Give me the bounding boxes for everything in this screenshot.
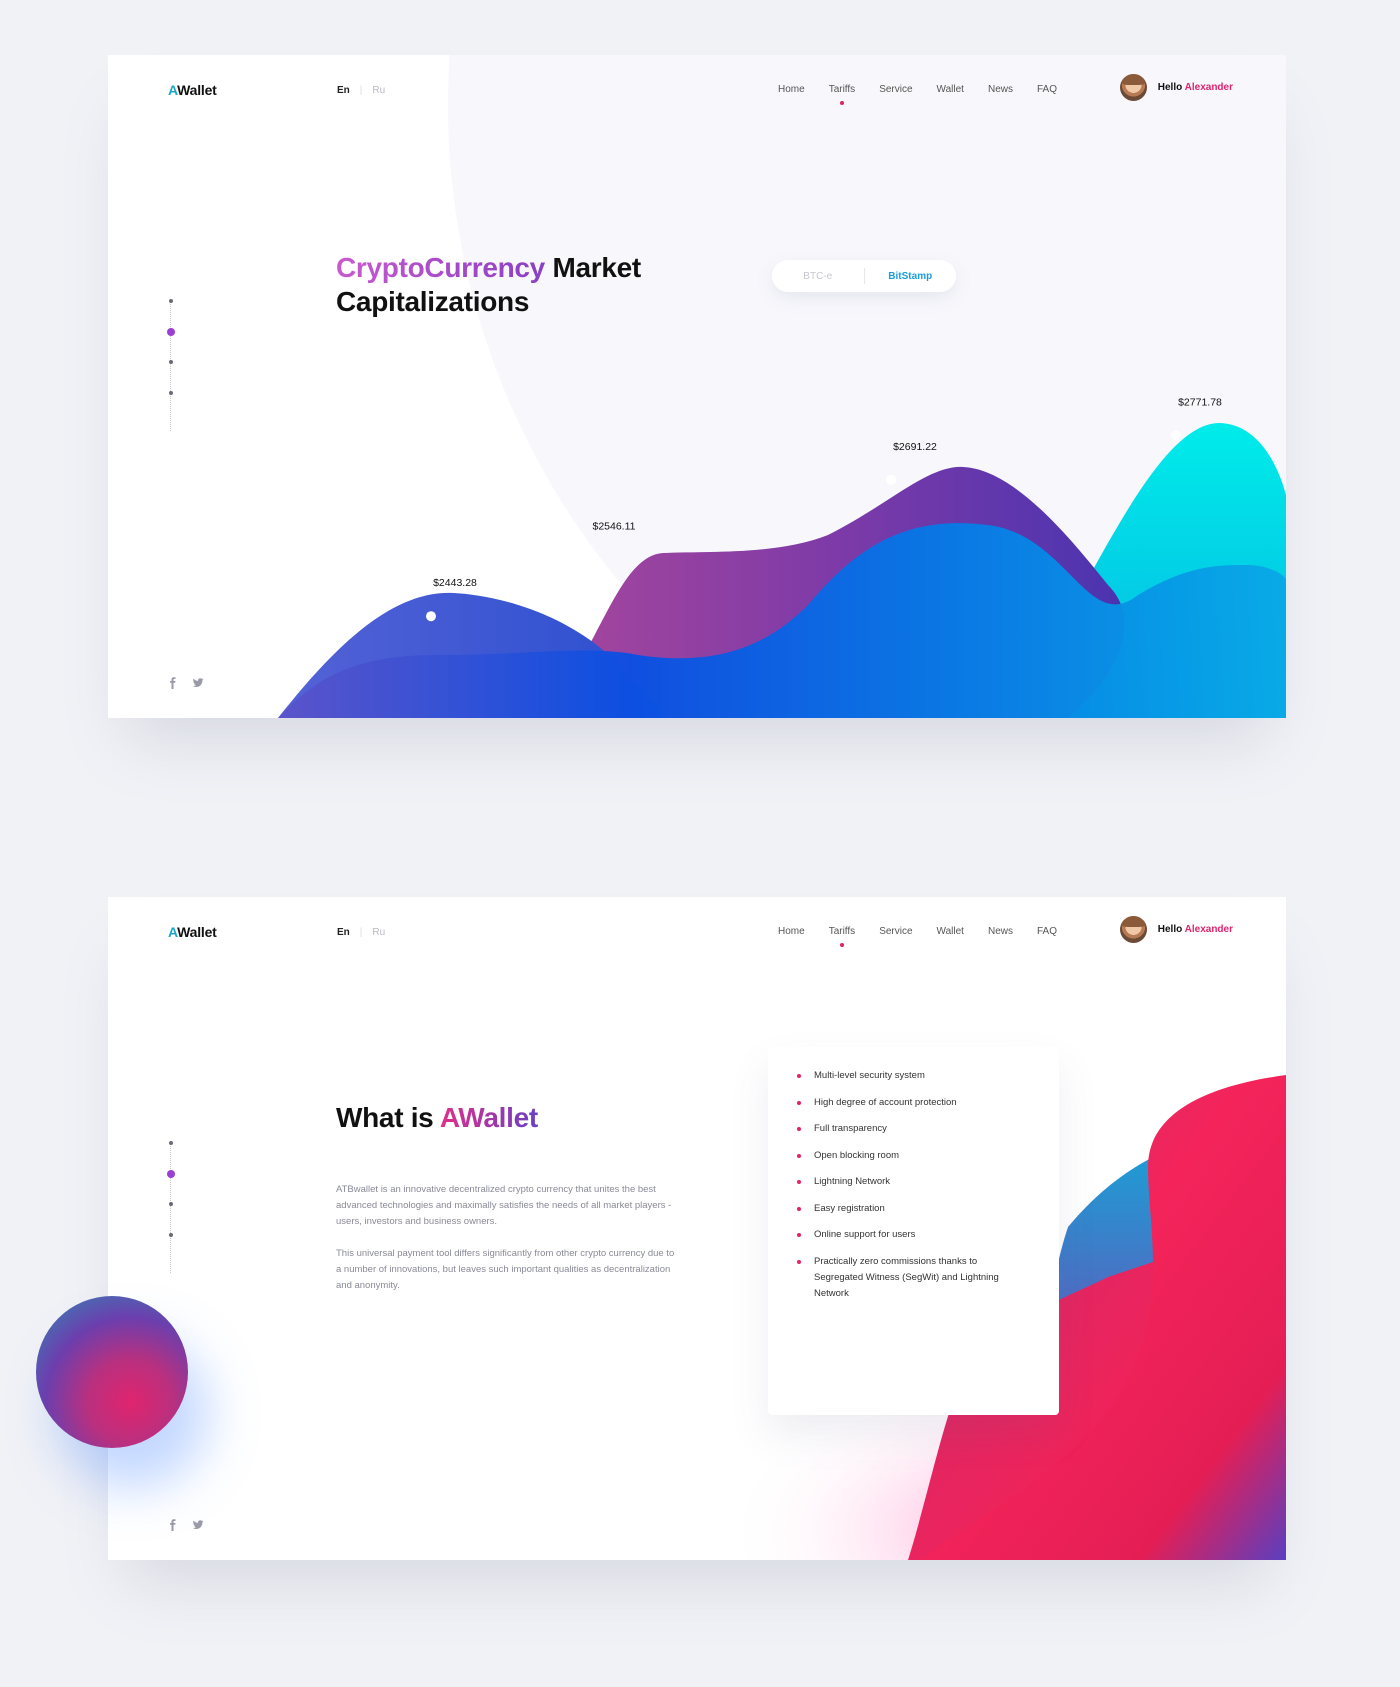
lang-divider: | [359,927,363,938]
social-links [167,1518,204,1531]
chart-value-label: $2691.22 [893,441,937,453]
facebook-icon[interactable] [167,676,179,689]
greeting-text: Hello [1157,82,1183,93]
feature-item: Lightning Network [797,1174,1004,1190]
pager-dot-4[interactable] [169,391,173,395]
feature-item: Multi-level security system [797,1068,1004,1084]
lang-ru[interactable]: Ru [372,927,385,938]
greeting-text: Hello [1157,924,1183,935]
chart-point-marker[interactable] [426,611,436,622]
title-highlight: CryptoCurrency [336,252,545,283]
about-title-highlight: AWallet [439,1102,538,1133]
user-profile[interactable]: Hello Alexander [1119,916,1233,943]
logo-text: Wallet [177,924,217,940]
about-title: What is AWallet [336,1102,538,1134]
chart-value-label: $2546.11 [592,521,635,533]
top-bar: AWallet En | Ru Home Tariffs Service Wal… [108,897,1286,967]
section-pager [167,1141,175,1273]
nav-service[interactable]: Service [879,926,912,937]
feature-item: Online support for users [797,1227,1004,1243]
nav-faq[interactable]: FAQ [1037,926,1057,937]
pager-dot-1[interactable] [169,1141,173,1145]
decorative-orb [36,1296,188,1448]
language-switcher: En | Ru [337,85,385,96]
exchange-bitstamp[interactable]: BitStamp [865,271,957,282]
section-pager [167,299,175,431]
nav-service[interactable]: Service [879,84,912,95]
chart-value-label: $2771.78 [1178,397,1222,409]
user-profile[interactable]: Hello Alexander [1119,74,1233,101]
user-greeting: Hello Alexander [1158,82,1233,93]
feature-item: Full transparency [797,1121,1004,1137]
nav-wallet[interactable]: Wallet [937,84,964,95]
logo[interactable]: AWallet [168,82,217,98]
user-name: Alexander [1184,82,1233,93]
pager-dot-2-active[interactable] [167,328,175,336]
main-nav: Home Tariffs Service Wallet News FAQ [754,84,1057,105]
nav-tariffs[interactable]: Tariffs [829,84,855,105]
exchange-btce[interactable]: BTC-e [772,271,864,282]
about-description: ATBwallet is an innovative decentralized… [336,1182,676,1310]
top-bar: AWallet En | Ru Home Tariffs Service Wal… [108,55,1286,125]
user-name: Alexander [1184,924,1233,935]
pager-dot-1[interactable] [169,299,173,303]
facebook-icon[interactable] [167,1518,179,1531]
chart-point-marker[interactable] [1171,430,1181,441]
avatar[interactable] [1119,74,1147,101]
market-cap-chart: $2443.28 $2546.11 $2691.22 $2771.78 [278,397,1286,718]
pager-dot-3[interactable] [169,360,173,364]
nav-faq[interactable]: FAQ [1037,84,1057,95]
main-nav: Home Tariffs Service Wallet News FAQ [754,926,1057,947]
feature-item: Easy registration [797,1201,1004,1217]
nav-wallet[interactable]: Wallet [937,926,964,937]
logo-text: Wallet [177,82,217,98]
nav-tariffs[interactable]: Tariffs [829,926,855,947]
pager-dot-2-active[interactable] [167,1170,175,1178]
logo-letter: A [168,924,178,940]
exchange-toggle: BTC-e BitStamp [772,260,956,292]
title-rest: Market [544,252,641,283]
nav-home[interactable]: Home [778,84,805,95]
pager-dot-4[interactable] [169,1233,173,1237]
chart-point-marker[interactable] [585,554,595,565]
twitter-icon[interactable] [192,676,204,688]
nav-news[interactable]: News [988,926,1013,937]
social-links [167,676,204,689]
about-paragraph-2: This universal payment tool differs sign… [336,1248,675,1291]
market-cap-screen: $2443.28 $2546.11 $2691.22 $2771.78 AWallet… [108,55,1286,718]
features-list: Multi-level security system High degree … [797,1068,1059,1302]
lang-en[interactable]: En [337,927,350,938]
nav-news[interactable]: News [988,84,1013,95]
feature-item: Practically zero commissions thanks to S… [797,1254,1004,1302]
logo[interactable]: AWallet [168,924,217,940]
chart-value-label: $2443.28 [433,577,477,589]
chart-point-marker[interactable] [886,474,896,485]
feature-item: Open blocking room [797,1148,1004,1164]
pager-dot-3[interactable] [169,1202,173,1206]
page-title: CryptoCurrency Market Capitalizations [336,251,641,319]
title-line-2: Capitalizations [336,286,530,317]
nav-home[interactable]: Home [778,926,805,937]
user-greeting: Hello Alexander [1158,924,1233,935]
features-card: Multi-level security system High degree … [768,1047,1059,1415]
twitter-icon[interactable] [192,1518,204,1530]
about-paragraph-1: ATBwallet is an innovative decentralized… [336,1184,672,1227]
about-title-prefix: What is [336,1102,440,1133]
decorative-waves [608,1075,1286,1560]
about-screen: AWallet En | Ru Home Tariffs Service Wal… [108,897,1286,1560]
lang-divider: | [359,85,363,96]
lang-en[interactable]: En [337,85,350,96]
feature-item: High degree of account protection [797,1095,1004,1111]
logo-letter: A [168,82,178,98]
pager-line [170,1141,171,1273]
avatar[interactable] [1119,916,1147,943]
lang-ru[interactable]: Ru [372,85,385,96]
language-switcher: En | Ru [337,927,385,938]
pager-line [170,299,171,431]
